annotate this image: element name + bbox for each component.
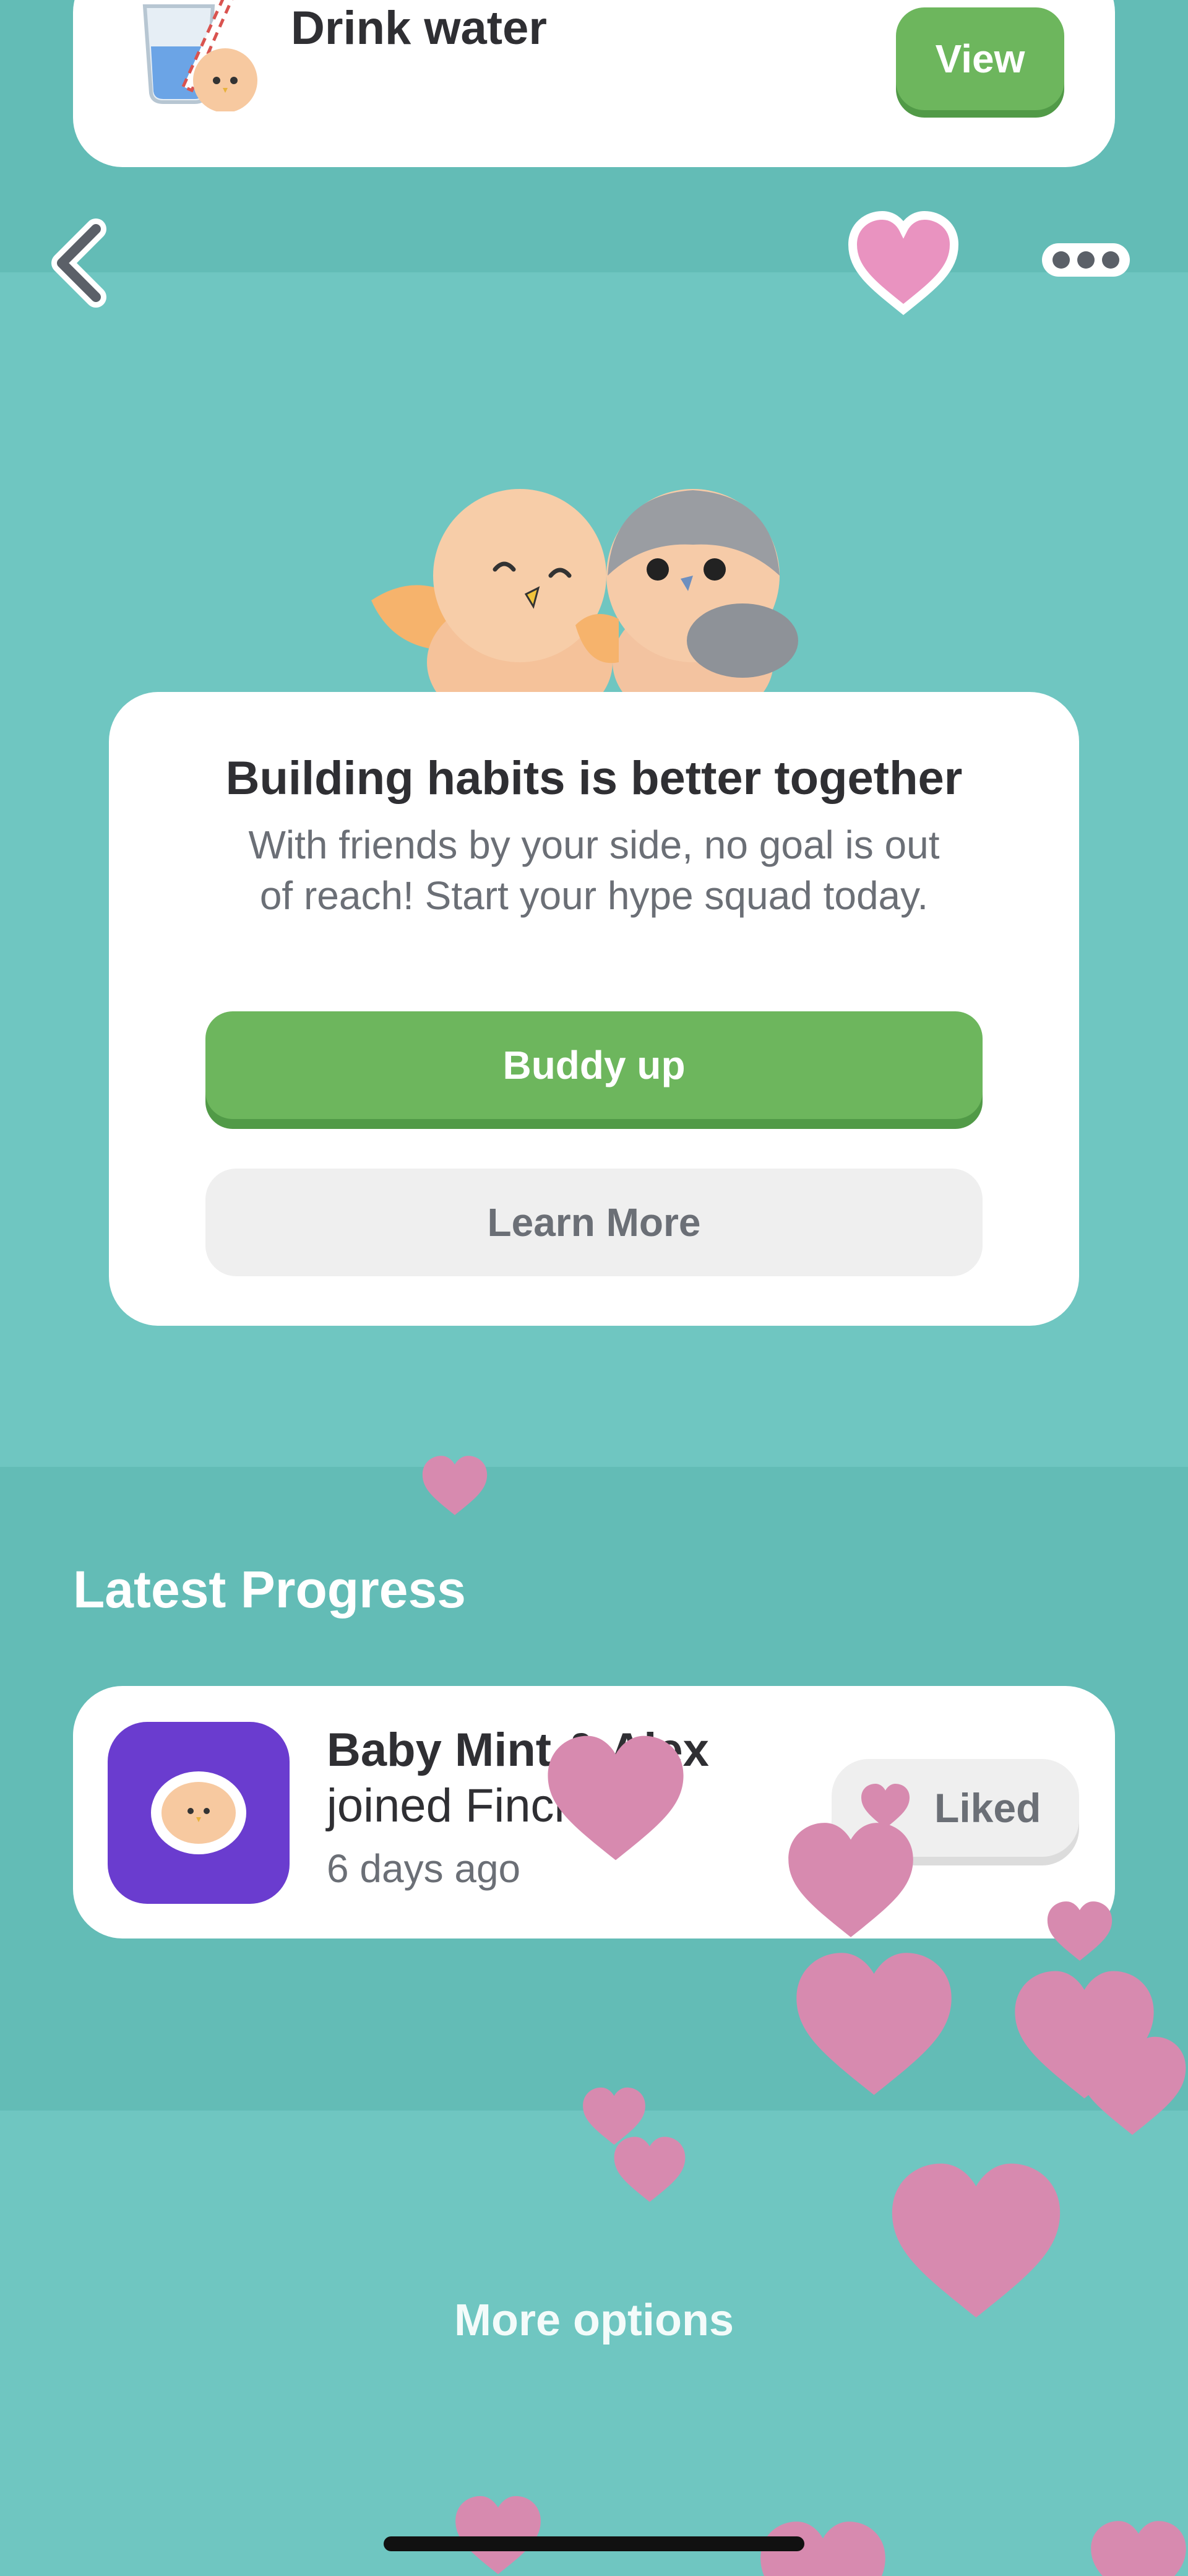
chevron-left-icon[interactable] [43, 217, 118, 309]
liked-label: Liked [934, 1785, 1041, 1831]
learn-more-button[interactable]: Learn More [205, 1169, 983, 1276]
floating-heart-icon [1091, 2521, 1186, 2576]
habit-title: Drink water [291, 2, 547, 54]
avatar [108, 1722, 290, 1904]
buddy-card-description: With friends by your side, no goal is ou… [248, 823, 940, 918]
floating-heart-icon [614, 2137, 686, 2202]
progress-time: 6 days ago [327, 1846, 521, 1891]
floating-heart-icon [1078, 2036, 1186, 2135]
buddy-up-card: Building habits is better together With … [109, 692, 1079, 1326]
buddy-up-button[interactable]: Buddy up [205, 1011, 983, 1119]
water-glass-icon [142, 0, 257, 111]
progress-action: joined Finch [327, 1779, 580, 1832]
floating-heart-icon [892, 2163, 1061, 2318]
home-indicator[interactable] [384, 2536, 804, 2551]
floating-heart-icon [788, 1823, 913, 1937]
floating-heart-icon [455, 2496, 541, 2575]
view-button[interactable]: View [896, 7, 1064, 110]
floating-heart-icon [796, 1953, 952, 2095]
floating-heart-icon [1047, 1901, 1113, 1961]
habit-card[interactable]: Drink water View [73, 0, 1115, 167]
latest-progress-heading: Latest Progress [73, 1560, 466, 1619]
floating-heart-icon [548, 1735, 684, 1861]
buddy-card-title: Building habits is better together [225, 752, 963, 805]
bird-face-icon [161, 1782, 236, 1844]
heart-icon[interactable] [848, 210, 959, 316]
birds-illustration [371, 489, 798, 693]
floating-heart-icon [422, 1456, 488, 1515]
more-dots-icon[interactable] [1040, 238, 1132, 282]
